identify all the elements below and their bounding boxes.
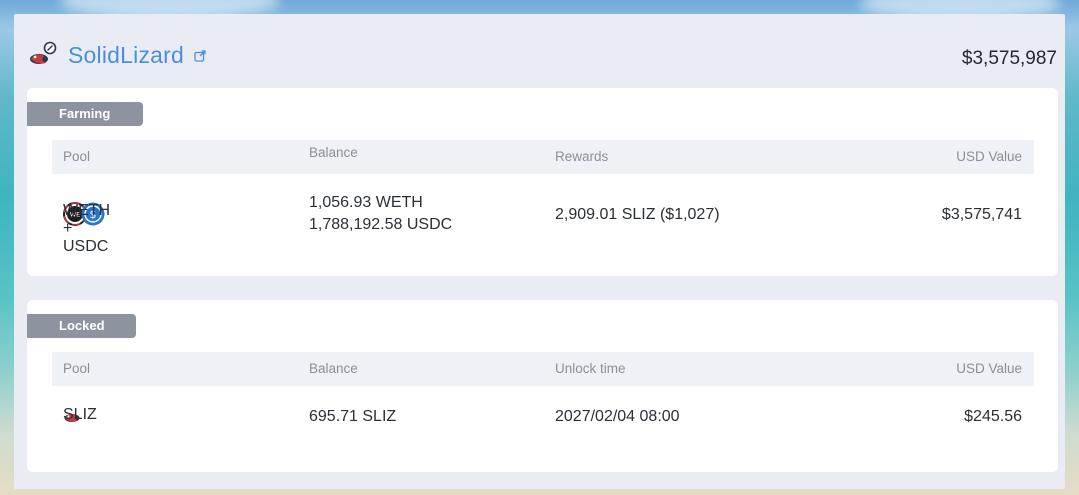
protocol-panel: SolidLizard $3,575,987 Farming Pool Bala…: [14, 14, 1065, 489]
column-header-pool: Pool: [63, 149, 91, 164]
usd-value-cell: $245.56: [964, 408, 1022, 425]
protocol-total-value: $3,575,987: [961, 48, 1057, 69]
rewards-cell: 2,909.01 SLIZ ($1,027): [555, 206, 720, 223]
column-header-balance: Balance: [309, 145, 358, 160]
column-header-usd-value: USD Value: [956, 361, 1022, 376]
balance-line: 1,056.93 WETH: [309, 194, 423, 211]
pool-name: WETH + USDC: [63, 202, 111, 255]
usd-value-cell: $3,575,741: [941, 206, 1022, 223]
farming-tag: Farming: [27, 102, 143, 126]
column-header-rewards: Rewards: [555, 149, 609, 164]
locked-tag: Locked: [27, 314, 136, 338]
pool-name: SLIZ: [63, 406, 97, 423]
table-row: SLIZ 695.71 SLIZ 2027/02/04 08:00 $245.5…: [52, 404, 1034, 430]
column-header-balance: Balance: [309, 361, 358, 376]
table-row: WE $ WETH + USDC 1,056.93 WETH 1,788,192…: [52, 190, 1034, 255]
farming-card: Farming Pool Balance Rewards USD Value W…: [27, 88, 1058, 276]
unlock-time-cell: 2027/02/04 08:00: [555, 408, 680, 425]
balance-cell: 695.71 SLIZ: [309, 408, 397, 425]
column-header-unlock-time: Unlock time: [555, 361, 626, 376]
column-header-pool: Pool: [63, 361, 91, 376]
protocol-header: SolidLizard: [28, 40, 206, 70]
solidlizard-logo-icon: [30, 41, 57, 64]
balance-line: 1,788,192.58 USDC: [309, 216, 453, 233]
pool-cell: SLIZ: [63, 406, 97, 426]
locked-table-header: Pool Balance Unlock time USD Value: [52, 352, 1034, 386]
locked-card: Locked Pool Balance Unlock time USD Valu…: [27, 300, 1058, 472]
column-header-usd-value: USD Value: [956, 149, 1022, 164]
balance-cell: 1,056.93 WETH 1,788,192.58 USDC: [309, 192, 452, 236]
protocol-name-link[interactable]: SolidLizard: [68, 42, 184, 69]
farming-table-header: Pool Balance Rewards USD Value: [52, 140, 1034, 174]
external-link-icon[interactable]: [194, 50, 206, 62]
